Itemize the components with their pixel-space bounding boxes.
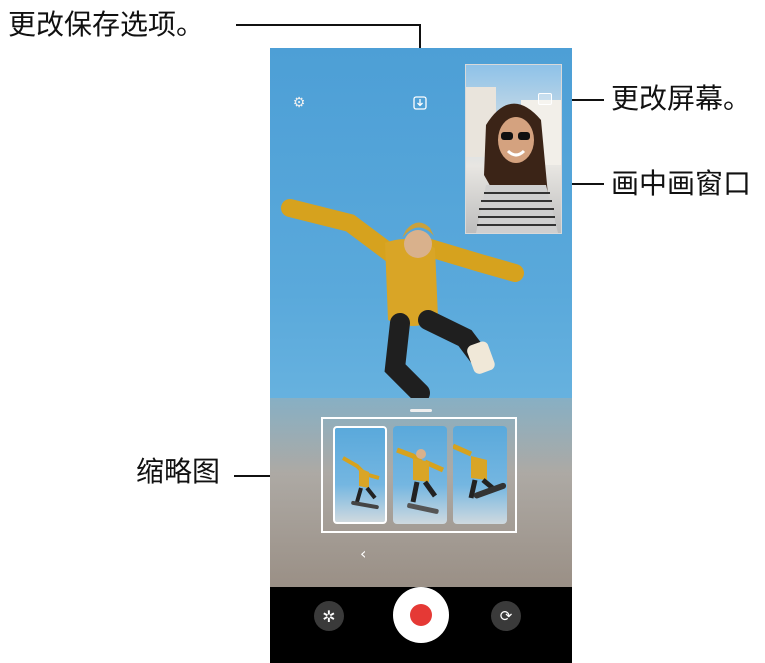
thumbnail-2[interactable]: [393, 426, 447, 524]
record-button[interactable]: [393, 587, 449, 643]
pip-window[interactable]: [465, 64, 562, 234]
download-icon[interactable]: [409, 92, 431, 114]
gear-icon[interactable]: ⚙: [288, 92, 310, 114]
callout-thumbnails: 缩略图: [136, 455, 221, 488]
camera-screen: ⚙ ‹ ✲ ⟳: [270, 48, 572, 663]
drag-handle[interactable]: [410, 409, 432, 412]
record-icon: [410, 604, 432, 626]
callout-switch-screen: 更改屏幕。: [611, 82, 752, 115]
callout-save-options: 更改保存选项。: [8, 8, 205, 41]
effects-icon[interactable]: ✲: [314, 601, 344, 631]
switch-camera-icon[interactable]: ⟳: [491, 601, 521, 631]
thumbnail-3[interactable]: [453, 426, 507, 524]
callout-pip-window: 画中画窗口: [611, 167, 752, 200]
thumbnails-strip: [321, 417, 517, 533]
chevron-left-icon[interactable]: ‹: [360, 544, 366, 563]
screen-switch-icon[interactable]: [538, 93, 552, 105]
thumbnail-1[interactable]: [333, 426, 387, 524]
callout-line-save-options: [236, 24, 420, 26]
